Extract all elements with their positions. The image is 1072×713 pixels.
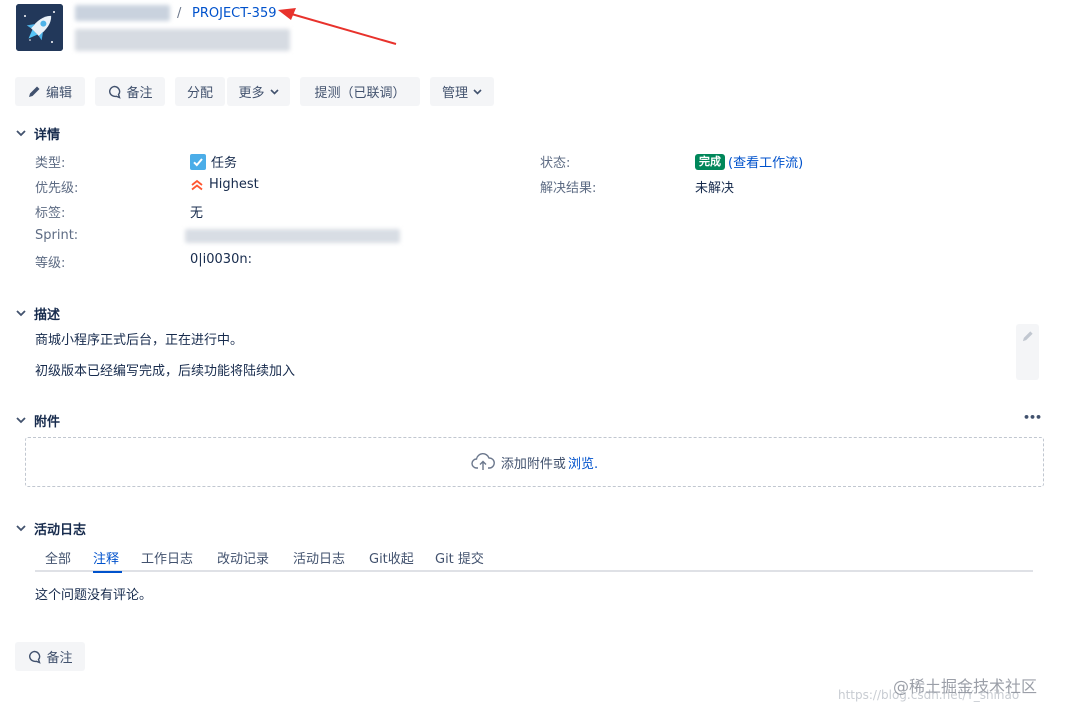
description-edit-button[interactable] — [1016, 324, 1039, 380]
description-line-1: 商城小程序正式后台，正在进行中。 — [35, 333, 244, 348]
activity-tabs: 全部 注释 工作日志 改动记录 活动日志 Git收起 Git 提交 — [35, 548, 1033, 572]
details-section-toggle[interactable]: 详情 — [16, 124, 60, 143]
edit-button[interactable]: 编辑 — [15, 77, 85, 106]
issue-title-redacted — [75, 29, 290, 51]
priority-label: 优先级: — [35, 181, 79, 196]
comment-button[interactable]: 备注 — [95, 77, 165, 106]
chevron-down-icon — [16, 130, 26, 137]
tab-worklog[interactable]: 工作日志 — [141, 548, 193, 567]
tab-git-commits[interactable]: Git 提交 — [435, 548, 484, 567]
project-avatar[interactable] — [16, 4, 63, 51]
chevron-down-icon — [16, 525, 26, 532]
type-label: 类型: — [35, 156, 66, 171]
activity-title: 活动日志 — [34, 523, 87, 538]
type-value: 任务 — [190, 152, 237, 171]
status-lozenge: 完成 — [695, 153, 725, 170]
task-checkbox-icon — [190, 153, 206, 170]
description-line-2: 初级版本已经编写完成，后续功能将陆续加入 — [35, 364, 296, 379]
rank-label: 等级: — [35, 256, 66, 271]
tab-activity[interactable]: 活动日志 — [293, 548, 345, 567]
more-button[interactable]: 更多 — [227, 77, 290, 106]
tab-git-collapse[interactable]: Git收起 — [369, 548, 414, 567]
attachment-dropzone[interactable]: 添加附件或 浏览. — [25, 437, 1044, 487]
chevron-down-icon — [473, 88, 482, 95]
pencil-icon — [1022, 331, 1033, 342]
chevron-down-icon — [269, 88, 279, 95]
comment-icon — [29, 650, 42, 664]
dropzone-text: 添加附件或 — [500, 456, 566, 472]
details-title: 详情 — [34, 128, 61, 143]
priority-highest-icon — [191, 179, 203, 190]
test-transition-button[interactable]: 提测（已联调） — [300, 77, 420, 106]
status-value: 完成 (查看工作流) — [695, 152, 803, 171]
attachments-title: 附件 — [34, 415, 61, 430]
attachments-more-button[interactable]: ••• — [1023, 411, 1042, 424]
tab-all[interactable]: 全部 — [45, 548, 71, 567]
breadcrumb-separator: / — [177, 6, 182, 21]
chevron-down-icon — [16, 417, 26, 424]
tab-history[interactable]: 改动记录 — [217, 548, 269, 567]
browse-link[interactable]: 浏览. — [568, 453, 598, 472]
status-label: 状态: — [540, 156, 571, 171]
description-title: 描述 — [34, 308, 61, 323]
rocket-icon — [16, 4, 63, 51]
resolution-label: 解决结果: — [540, 181, 597, 196]
activity-section-toggle[interactable]: 活动日志 — [16, 519, 86, 538]
sprint-label: Sprint: — [35, 228, 79, 243]
project-name-redacted — [75, 5, 170, 21]
admin-button[interactable]: 管理 — [430, 77, 494, 106]
description-section-toggle[interactable]: 描述 — [16, 304, 60, 323]
rank-value: 0|i0030n: — [190, 252, 252, 267]
resolution-value: 未解决 — [695, 181, 735, 196]
view-workflow-link[interactable]: (查看工作流) — [728, 152, 803, 171]
active-tab-indicator — [93, 571, 122, 573]
no-comments-message: 这个问题没有评论。 — [35, 588, 153, 603]
watermark-brand: @稀土掘金技术社区 — [893, 677, 1038, 696]
cloud-upload-icon — [471, 453, 495, 470]
comment-icon — [109, 85, 122, 99]
sprint-value-redacted[interactable] — [185, 229, 400, 243]
issue-key-link[interactable]: PROJECT-359 — [192, 6, 276, 21]
pencil-icon — [28, 86, 40, 97]
chevron-down-icon — [16, 310, 26, 317]
tab-comments[interactable]: 注释 — [93, 548, 119, 567]
assign-button[interactable]: 分配 — [175, 77, 225, 106]
labels-label: 标签: — [35, 206, 66, 221]
labels-value: 无 — [190, 206, 204, 221]
bottom-comment-button[interactable]: 备注 — [15, 642, 85, 671]
red-arrow-annotation — [278, 8, 397, 45]
priority-value: Highest — [190, 177, 259, 192]
attachments-section-toggle[interactable]: 附件 — [16, 411, 60, 430]
